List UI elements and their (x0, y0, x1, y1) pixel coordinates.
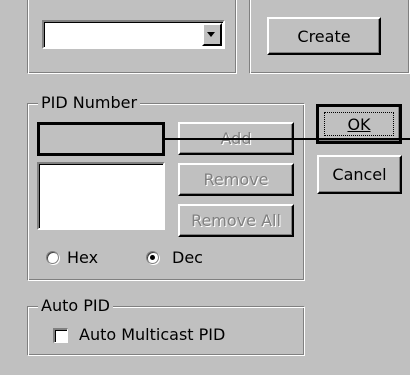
radio-dec[interactable] (146, 251, 159, 264)
auto-multicast-checkbox[interactable] (53, 328, 68, 343)
cancel-button[interactable]: Cancel (317, 155, 402, 194)
radio-dec-label: Dec (172, 248, 203, 267)
auto-multicast-label: Auto Multicast PID (79, 325, 226, 344)
combo-box[interactable] (42, 20, 225, 49)
combo-dropdown-button[interactable] (202, 23, 222, 46)
pid-input[interactable] (37, 122, 165, 156)
pid-list[interactable] (37, 162, 165, 230)
radio-hex[interactable] (46, 251, 59, 264)
remove-all-button-label: Remove All (191, 211, 281, 230)
create-button[interactable]: Create (267, 17, 381, 55)
ok-focus-rect (324, 112, 394, 136)
remove-button[interactable]: Remove (178, 163, 294, 196)
cancel-button-label: Cancel (332, 165, 387, 184)
chevron-down-icon (207, 32, 215, 37)
radio-dec-selected-dot (150, 255, 155, 260)
radio-hex-label: Hex (67, 248, 99, 267)
line-connector (165, 138, 410, 140)
remove-button-label: Remove (203, 170, 269, 189)
pid-number-group-title: PID Number (38, 94, 141, 112)
create-button-label: Create (297, 26, 351, 46)
remove-all-button[interactable]: Remove All (178, 204, 294, 237)
auto-pid-group-title: Auto PID (38, 297, 113, 315)
